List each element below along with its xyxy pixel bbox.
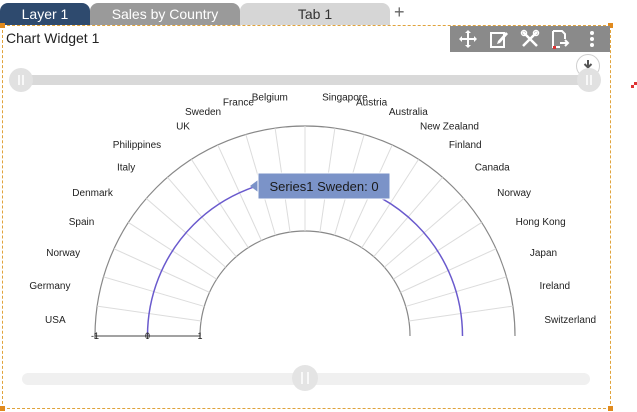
axis-tick-label: 0: [145, 331, 150, 341]
category-label: Finland: [449, 140, 482, 151]
category-label: Ireland: [540, 281, 571, 292]
axis-tick-label: 1: [197, 331, 202, 341]
category-label: France: [223, 97, 255, 108]
category-label: Denmark: [72, 188, 114, 199]
category-label: Belgium: [252, 93, 288, 104]
tooltip-text: Series1 Sweden: 0: [269, 179, 378, 194]
inner-arc: [199, 230, 411, 337]
top-range-handle-right[interactable]: [577, 68, 601, 92]
top-range-handle-left[interactable]: [9, 68, 33, 92]
category-label: Norway: [46, 248, 80, 259]
category-label: Australia: [389, 107, 428, 118]
category-label: Germany: [29, 281, 70, 292]
category-label: Norway: [497, 188, 531, 199]
axis-tick-label: -1: [91, 331, 99, 341]
category-label: Austria: [356, 97, 388, 108]
chart-tooltip: Series1 Sweden: 0: [250, 172, 391, 200]
category-label: Japan: [530, 248, 557, 259]
bottom-range-handle[interactable]: [292, 365, 318, 391]
category-label: Sweden: [185, 107, 221, 118]
category-label: USA: [45, 315, 66, 326]
category-label: UK: [176, 121, 190, 132]
category-label: Italy: [117, 162, 135, 173]
category-label: Canada: [475, 162, 510, 173]
category-label: Spain: [69, 217, 95, 228]
top-range-track[interactable]: [20, 75, 592, 85]
category-label: Switzerland: [544, 315, 596, 326]
radial-chart: USA Germany Norway Spain Denmark Italy Philipp…: [9, 68, 601, 391]
category-label: New Zealand: [420, 121, 479, 132]
category-label: Philippines: [113, 140, 161, 151]
category-label: Hong Kong: [516, 217, 566, 228]
